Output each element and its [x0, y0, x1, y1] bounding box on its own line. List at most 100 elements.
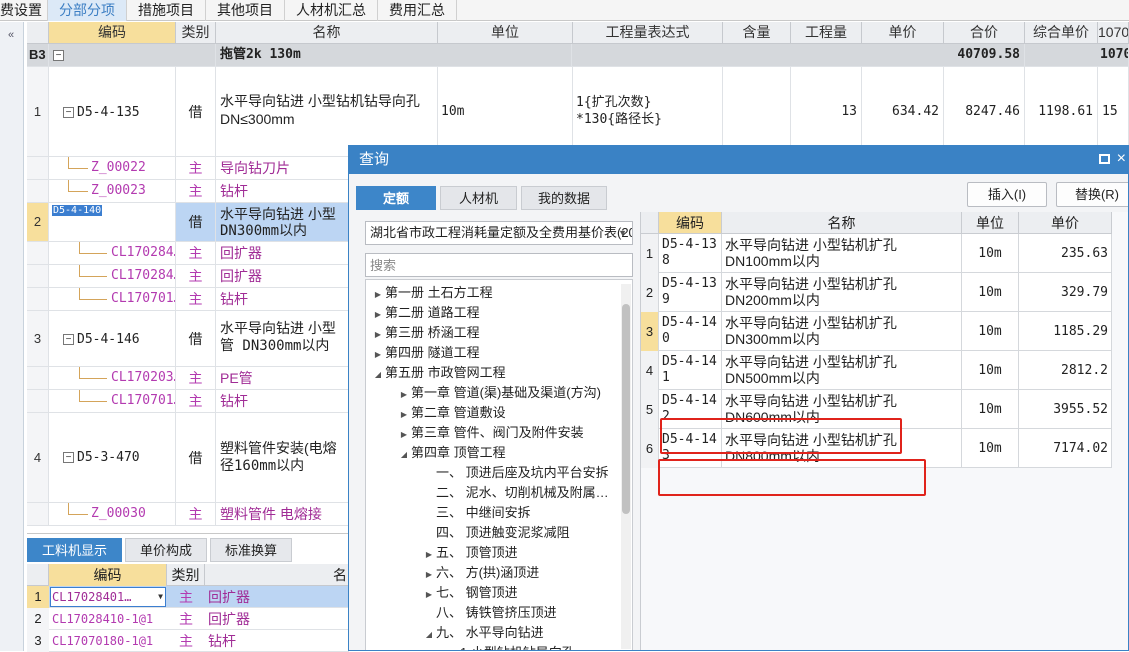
result-header-unit[interactable]: 单位: [962, 212, 1019, 234]
expand-triangle-icon[interactable]: ▶: [371, 305, 385, 325]
insert-button[interactable]: 插入(I): [967, 182, 1047, 207]
tab-fee-summary[interactable]: 费用汇总: [378, 0, 457, 21]
tree-node[interactable]: ▶ 七、 钢管顶进: [422, 583, 518, 603]
row-type: 主: [176, 503, 216, 525]
tree-node[interactable]: 一、 顶进后座及坑内平台安拆: [422, 463, 609, 483]
header-content[interactable]: 含量: [723, 22, 791, 44]
close-icon[interactable]: ×: [1117, 149, 1126, 169]
expand-triangle-icon[interactable]: ▶: [422, 545, 436, 565]
table-row[interactable]: 1 − D5-4-135 借 水平导向钻进 小型钻机钻导向孔 DN≤300mm 1…: [27, 67, 1129, 157]
dropdown-arrow-icon[interactable]: ▼: [158, 588, 163, 606]
result-row[interactable]: 5 D5-4-142 水平导向钻进 小型钻机扩孔 DN600mm以内 10m 3955.…: [641, 390, 1112, 429]
expand-triangle-icon[interactable]: ▶: [422, 585, 436, 605]
tree-node[interactable]: ▶ 五、 顶管顶进: [422, 543, 518, 563]
tab-standard-conversion[interactable]: 标准换算: [210, 538, 293, 562]
collapse-left-icon[interactable]: «: [2, 28, 20, 42]
tab-measures[interactable]: 措施项目: [127, 0, 206, 21]
quota-library-select[interactable]: 湖北省市政工程消耗量定额及全费用基价表(20 ▼: [365, 221, 633, 245]
tab-my-data[interactable]: 我的数据: [521, 186, 607, 210]
tree-node[interactable]: ◢ 九、 水平导向钻进: [422, 623, 544, 643]
section-row[interactable]: B3 − 拖管2k 130m 40709.58 1070: [27, 44, 1129, 67]
resource-header-type[interactable]: 类别: [167, 564, 205, 586]
collapse-section-icon[interactable]: −: [53, 50, 64, 62]
expand-triangle-icon[interactable]: ▶: [397, 425, 411, 445]
result-row[interactable]: 6 D5-4-143 水平导向钻进 小型钻机扩孔 DN800mm以内 10m 7174.…: [641, 429, 1112, 468]
header-unit[interactable]: 单位: [438, 22, 573, 44]
tree-node[interactable]: 四、 顶进触变泥浆减阻: [422, 523, 570, 543]
resource-row-number: 1: [27, 586, 49, 608]
tab-price-composition[interactable]: 单价构成: [125, 538, 208, 562]
header-quantity[interactable]: 工程量: [791, 22, 862, 44]
resource-header-code[interactable]: 编码: [49, 564, 167, 586]
header-total[interactable]: 合价: [944, 22, 1025, 44]
header-comp-price[interactable]: 综合单价: [1025, 22, 1098, 44]
collapse-row-icon[interactable]: −: [63, 452, 74, 464]
resource-row[interactable]: 3 CL17070180-1@1 主 钻杆: [27, 630, 349, 652]
tab-labor-material-summary[interactable]: 人材机汇总: [285, 0, 378, 21]
tree-node[interactable]: ▶ 第三册 桥涵工程: [371, 323, 480, 343]
collapse-row-icon[interactable]: −: [63, 334, 74, 346]
resource-header: 编码 类别 名: [27, 564, 349, 586]
tab-quota[interactable]: 定额: [356, 186, 436, 210]
resource-header-name[interactable]: 名: [205, 564, 349, 586]
collapse-row-icon[interactable]: −: [63, 107, 74, 119]
tree-scrollbar[interactable]: [621, 284, 631, 649]
result-row[interactable]: 4 D5-4-141 水平导向钻进 小型钻机扩孔 DN500mm以内 10m 2812.…: [641, 351, 1112, 390]
collapse-triangle-icon[interactable]: ◢: [371, 365, 385, 385]
tree-node[interactable]: ▶ 第一册 土石方工程: [371, 283, 493, 303]
tree-scrollbar-thumb[interactable]: [622, 304, 630, 514]
header-expression[interactable]: 工程量表达式: [573, 22, 723, 44]
header-unit-price[interactable]: 单价: [862, 22, 944, 44]
collapse-triangle-icon[interactable]: ◢: [397, 445, 411, 465]
header-code[interactable]: 编码: [49, 22, 176, 44]
quota-tree: ▶ 第一册 土石方工程 ▶ 第二册 道路工程 ▶ 第三册 桥涵工程 ▶ 第四册 隧道工程 ◢ 第五…: [365, 279, 633, 650]
header-comp-total[interactable]: 1070: [1098, 22, 1129, 44]
tab-fee-settings[interactable]: 费设置: [0, 0, 48, 21]
result-row[interactable]: 1 D5-4-138 水平导向钻进 小型钻机扩孔 DN100mm以内 10m 235.6…: [641, 234, 1112, 273]
tree-node[interactable]: ◢ 第四章 顶管工程: [397, 443, 506, 463]
tree-node[interactable]: 八、 铸铁管挤压顶进: [422, 603, 557, 623]
expand-triangle-icon[interactable]: ▶: [397, 385, 411, 405]
search-input[interactable]: [365, 253, 633, 277]
tree-node[interactable]: 三、 中继间安拆: [422, 503, 531, 523]
tree-node[interactable]: 1 小型钻机钻导向孔: [446, 643, 575, 650]
expand-triangle-icon[interactable]: ▶: [371, 345, 385, 365]
resource-row-number: 2: [27, 608, 49, 630]
expand-triangle-icon[interactable]: ▶: [397, 405, 411, 425]
result-row[interactable]: 3 D5-4-140 水平导向钻进 小型钻机扩孔 DN300mm以内 10m 1185.…: [641, 312, 1112, 351]
result-header-code[interactable]: 编码: [659, 212, 722, 234]
tab-other-items[interactable]: 其他项目: [206, 0, 285, 21]
result-name: 水平导向钻进 小型钻机扩孔 DN300mm以内: [722, 312, 962, 351]
resource-row[interactable]: 2 CL17028410-1@1 主 回扩器: [27, 608, 349, 630]
row-code-editing[interactable]: D5-4-140: [52, 205, 103, 216]
result-row[interactable]: 2 D5-4-139 水平导向钻进 小型钻机扩孔 DN200mm以内 10m 329.7…: [641, 273, 1112, 312]
tab-labor-material[interactable]: 人材机: [440, 186, 517, 210]
expand-triangle-icon[interactable]: ▶: [371, 325, 385, 345]
tree-node[interactable]: ▶ 第二章 管道敷设: [397, 403, 506, 423]
tree-node[interactable]: ◢ 第五册 市政管网工程: [371, 363, 506, 383]
maximize-icon[interactable]: [1099, 154, 1110, 164]
header-type[interactable]: 类别: [176, 22, 216, 44]
tree-node[interactable]: ▶ 第一章 管道(渠)基础及渠道(方沟): [397, 383, 601, 403]
tree-node[interactable]: ▶ 第二册 道路工程: [371, 303, 480, 323]
header-name[interactable]: 名称: [216, 22, 438, 44]
expand-triangle-icon[interactable]: ▶: [422, 565, 436, 585]
tree-node[interactable]: 二、 泥水、切削机械及附属…: [422, 483, 609, 503]
resource-code-dropdown[interactable]: CL17028401… ▼: [50, 587, 166, 607]
expand-triangle-icon[interactable]: ▶: [371, 285, 385, 305]
tree-node[interactable]: ▶ 第四册 隧道工程: [371, 343, 480, 363]
tab-sub-items[interactable]: 分部分项: [48, 0, 127, 21]
row-type: 主: [176, 367, 216, 389]
resource-row-selected[interactable]: 1 CL17028401… ▼ 主 回扩器: [27, 586, 349, 608]
collapse-triangle-icon[interactable]: ◢: [422, 625, 436, 645]
replace-button[interactable]: 替换(R): [1056, 182, 1128, 207]
resource-row-name: 回扩器: [208, 611, 250, 627]
tree-node[interactable]: ▶ 第三章 管件、阀门及附件安装: [397, 423, 584, 443]
resource-row-type: 主: [179, 611, 193, 627]
result-header-name[interactable]: 名称: [722, 212, 962, 234]
row-number: 1: [27, 67, 49, 156]
tab-resource-display[interactable]: 工料机显示: [27, 538, 123, 562]
dialog-title[interactable]: 查询: [349, 146, 1128, 174]
tree-node[interactable]: ▶ 六、 方(拱)涵顶进: [422, 563, 539, 583]
result-header-price[interactable]: 单价: [1019, 212, 1112, 234]
